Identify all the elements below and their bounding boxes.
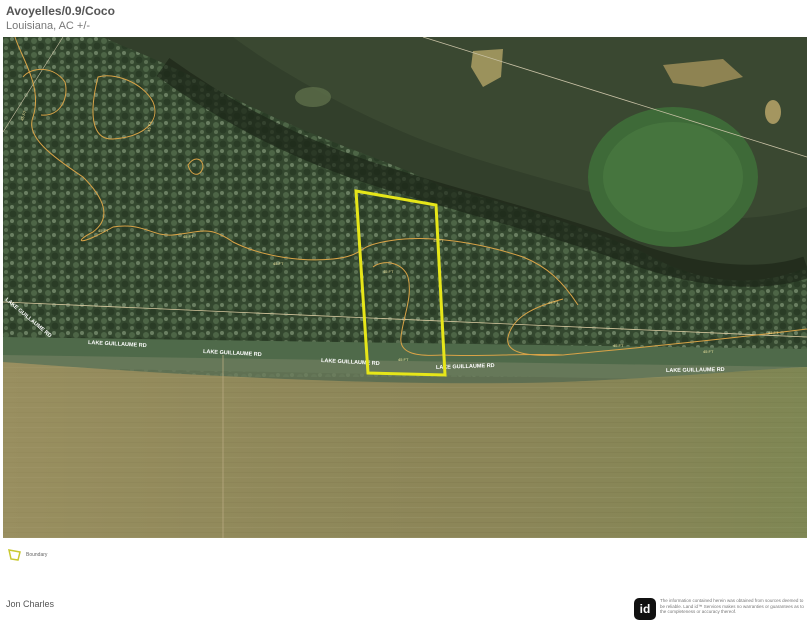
contour-label: 45 FT <box>768 330 779 335</box>
satellite-map[interactable]: 45 FT 45 FT 45 FT 45 FT 45 FT 45 FT 45 F… <box>3 37 807 538</box>
boundary-legend-icon <box>8 549 21 561</box>
map-subtitle: Louisiana, AC +/- <box>6 20 91 32</box>
contour-label: 45 FT <box>273 261 284 266</box>
contour-label: 45 FT <box>613 343 624 348</box>
legend-label: Boundary <box>26 552 48 558</box>
land-id-logo: id <box>634 598 656 620</box>
map-canvas: 45 FT 45 FT 45 FT 45 FT 45 FT 45 FT 45 F… <box>3 37 807 538</box>
contour-label: 45 FT <box>548 300 559 305</box>
agent-name: Jon Charles <box>6 599 55 609</box>
contour-label: 45 FT <box>398 357 409 362</box>
contour-label: 45 FT <box>183 234 194 239</box>
contour-label: 45 FT <box>98 228 109 233</box>
contour-label: 45 FT <box>383 269 394 274</box>
map-title: Avoyelles/0.9/Coco <box>6 4 115 18</box>
contour-label: 45 FT <box>703 349 714 354</box>
road-label: LAKE GUILLAUME RD <box>666 367 725 374</box>
disclaimer-text: The information contained herein was obt… <box>660 598 804 614</box>
